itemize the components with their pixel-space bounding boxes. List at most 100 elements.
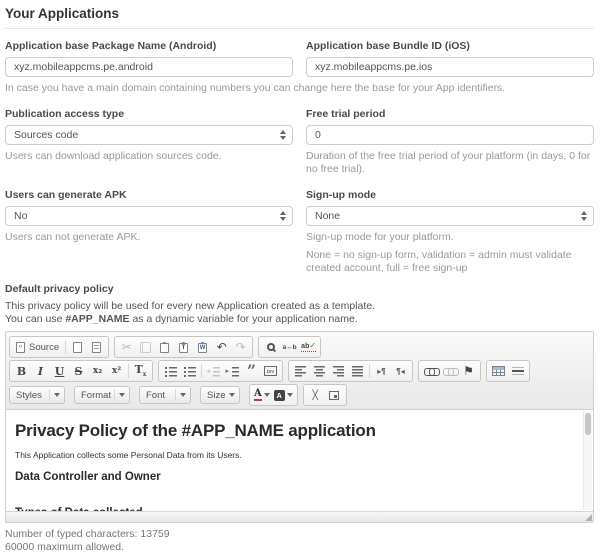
max-characters-text: 60000 maximum allowed. [5,541,594,554]
styles-dropdown[interactable]: Styles [9,386,65,404]
copy-icon [140,342,151,353]
privacy-section: Default privacy policy This privacy poli… [5,283,594,326]
numbered-list-icon [164,366,177,377]
scrollbar-thumb[interactable] [585,413,591,435]
paste-icon [160,343,169,353]
undo-button[interactable]: ↶ [212,338,231,356]
editor-content[interactable]: Privacy Policy of the #APP_NAME applicat… [6,410,593,511]
generate-apk-help: Users can not generate APK. [5,231,293,244]
paste-from-word-button[interactable]: W [193,338,212,356]
signup-mode-select[interactable]: None [306,206,594,226]
format-dropdown[interactable]: Format [74,386,130,404]
field-generate-apk: Users can generate APK No Users can not … [5,189,293,275]
settings-page: Your Applications Application base Packa… [0,0,600,560]
remove-format-icon: Tx [135,364,147,378]
remove-format-button[interactable]: Tx [131,362,150,380]
bulleted-list-button[interactable] [180,362,199,380]
replace-button[interactable]: a↔b [280,338,299,356]
privacy-help1: This privacy policy will be used for eve… [5,300,594,313]
free-trial-help: Duration of the free trial period of you… [306,150,594,176]
increase-indent-button[interactable]: ▸ [223,362,242,380]
chevron-down-icon [180,393,186,397]
align-left-button[interactable] [291,362,310,380]
find-button[interactable] [261,338,280,356]
underline-button[interactable]: U [50,362,69,380]
editor-toolbar: ‹› Source ✂ T W ↶ ↷ [6,332,593,410]
package-name-input[interactable] [5,57,293,77]
resize-grip-icon[interactable] [585,514,592,521]
new-page-button[interactable] [68,338,87,356]
bold-button[interactable]: B [12,362,31,380]
show-blocks-button[interactable] [325,386,344,404]
privacy-label: Default privacy policy [5,283,594,295]
decrease-indent-button: ◂ [204,362,223,380]
text-direction-rtl-button[interactable]: ¶◂ [391,362,410,380]
background-color-button[interactable]: A [272,386,295,404]
font-dropdown[interactable]: Font [139,386,191,404]
subscript-button[interactable]: x₂ [88,362,107,380]
generate-apk-value: No [14,210,27,222]
select-stepper-icon [280,211,286,221]
strikethrough-icon: S [75,366,83,377]
unlink-icon [443,367,457,375]
underline-icon: U [55,366,65,377]
free-trial-label: Free trial period [306,108,594,120]
align-right-button[interactable] [329,362,348,380]
field-package-name: Application base Package Name (Android) [5,40,293,77]
cut-button: ✂ [117,338,136,356]
decrease-indent-icon: ◂ [208,366,220,377]
undo-icon: ↶ [217,341,227,353]
bundle-id-input[interactable] [306,57,594,77]
select-stepper-icon [581,211,587,221]
editor-status-bar [6,511,593,522]
strikethrough-button[interactable]: S [69,362,88,380]
spell-check-button[interactable]: ab✓ [299,338,318,356]
paste-button[interactable] [155,338,174,356]
publication-access-select[interactable]: Sources code [5,125,293,145]
text-direction-ltr-button[interactable]: ▸¶ [372,362,391,380]
horizontal-rule-button[interactable] [508,362,527,380]
format-dropdown-label: Format [81,390,111,401]
table-icon [492,366,505,376]
blockquote-button[interactable]: ” [242,362,261,380]
editor-scrollbar[interactable] [583,411,592,510]
rich-text-editor: ‹› Source ✂ T W ↶ ↷ [5,331,594,523]
insert-table-button[interactable] [489,362,508,380]
numbered-list-button[interactable] [161,362,180,380]
justify-button[interactable] [348,362,367,380]
identifiers-help-text: In case you have a main domain containin… [5,82,594,95]
horizontal-rule-icon [512,366,524,376]
free-trial-input[interactable] [306,125,594,145]
preview-button[interactable] [87,338,106,356]
create-div-button[interactable]: DIV [261,362,280,380]
subscript-icon: x₂ [93,367,102,376]
paste-as-text-button[interactable]: T [174,338,193,356]
unlink-button [440,362,459,380]
generate-apk-select[interactable]: No [5,206,293,226]
privacy-policy-section1: Data Controller and Owner [15,471,575,483]
italic-button[interactable]: I [31,362,50,380]
superscript-button[interactable]: x² [107,362,126,380]
chevron-down-icon [229,393,235,397]
align-center-button[interactable] [310,362,329,380]
editor-canvas: Privacy Policy of the #APP_NAME applicat… [6,410,593,511]
source-button[interactable]: ‹› Source [12,338,63,356]
link-button[interactable] [421,362,440,380]
chevron-down-icon [264,393,270,397]
maximize-button[interactable]: ╳ [306,386,325,404]
font-dropdown-label: Font [146,390,172,401]
source-icon: ‹› [16,342,25,353]
cut-icon: ✂ [122,341,132,353]
align-right-icon [333,366,344,377]
toolbar-separator [128,364,129,378]
toolbar-separator [369,364,370,378]
text-color-button[interactable]: A [252,386,272,404]
privacy-policy-heading: Privacy Policy of the #APP_NAME applicat… [15,421,575,441]
anchor-button[interactable]: ⚑ [459,362,478,380]
new-page-icon [73,342,82,353]
size-dropdown[interactable]: Size [200,386,240,404]
create-div-icon: DIV [264,366,277,376]
chevron-down-icon [119,393,125,397]
toolbar-row-2: B I U S x₂ x² Tx ◂ ▸ ” DIV [9,360,590,382]
maximize-icon: ╳ [313,390,318,401]
